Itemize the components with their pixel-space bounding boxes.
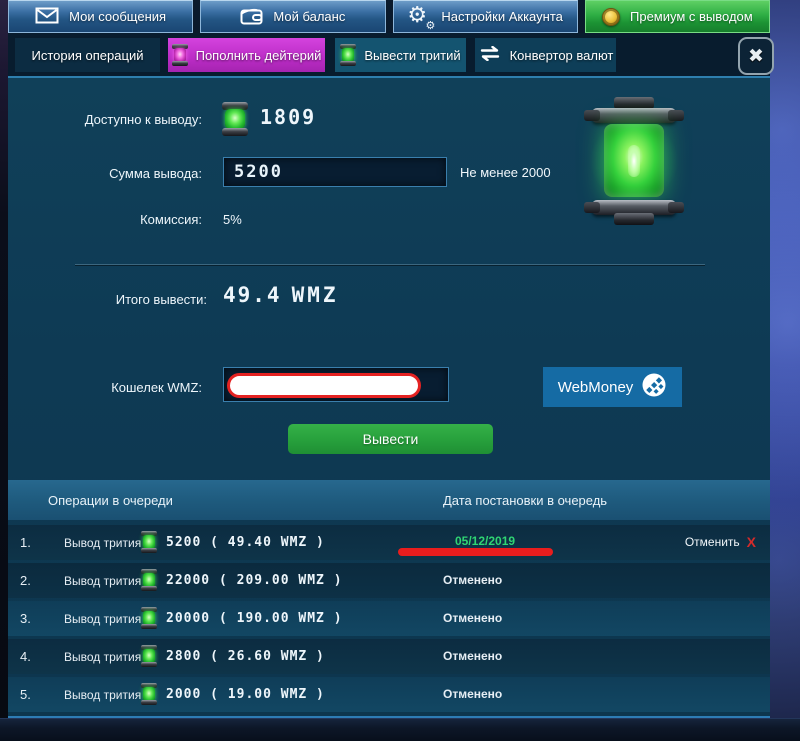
row-amount: 2000 ( 19.00 WMZ ): [166, 687, 325, 702]
row-type: Вывод трития: [64, 536, 141, 550]
commission-label: Комиссия:: [8, 212, 202, 227]
row-date: 05/12/2019: [455, 534, 515, 548]
tab-label: Вывести тритий: [364, 48, 460, 63]
row-status: Отменено: [443, 687, 502, 701]
row-status: Отменено: [443, 573, 502, 587]
envelope-icon: [35, 7, 59, 27]
column-date: Дата постановки в очередь: [443, 493, 607, 508]
row-type: Вывод трития: [64, 650, 141, 664]
withdraw-panel: Доступно к выводу: 1809 Сумма вывода: Не…: [8, 78, 770, 718]
tab-my-messages[interactable]: Мои сообщения: [8, 0, 193, 33]
swap-arrows-icon: [478, 46, 502, 64]
row-number: 3.: [20, 611, 31, 626]
tab-label: Конвертор валют: [510, 48, 614, 63]
tab-my-balance[interactable]: Мой баланс: [200, 0, 385, 33]
available-label: Доступно к выводу:: [8, 112, 202, 127]
total-label: Итого вывести:: [8, 292, 207, 307]
tab-label: История операций: [32, 48, 144, 63]
total-value: 49.4 WMZ: [223, 283, 339, 307]
top-tab-bar: Мои сообщения Мой баланс ⚙⚙ Настройки Ак…: [8, 0, 770, 33]
tab-topup-deuterium[interactable]: Пополнить дейтерий: [168, 38, 325, 72]
tritium-icon: [222, 102, 248, 136]
wallet-icon: [240, 6, 263, 28]
available-value: 1809: [260, 105, 316, 129]
section-divider: [75, 264, 705, 265]
capsule-green-icon: [340, 44, 356, 66]
close-icon: ✖: [748, 45, 764, 68]
capsule-green-icon: [141, 531, 157, 553]
capsule-green-icon: [141, 569, 157, 591]
row-number: 4.: [20, 649, 31, 664]
capsule-green-icon: [141, 607, 157, 629]
amount-label: Сумма вывода:: [8, 166, 202, 181]
gear-icon: ⚙⚙: [407, 5, 431, 29]
row-status: Отменено: [443, 649, 502, 663]
row-type: Вывод трития: [64, 612, 141, 626]
withdraw-button[interactable]: Вывести: [288, 424, 493, 454]
cancel-x-icon: X: [747, 534, 756, 550]
tab-account-settings[interactable]: ⚙⚙ Настройки Аккаунта: [393, 0, 578, 33]
capsule-pink-icon: [172, 44, 188, 66]
webmoney-label: WebMoney: [558, 379, 634, 396]
total-amount: 49.4: [223, 283, 282, 307]
row-amount: 20000 ( 190.00 WMZ ): [166, 611, 343, 626]
row-amount: 2800 ( 26.60 WMZ ): [166, 649, 325, 664]
queue-header: Операции в очереди Дата постановки в оче…: [8, 480, 770, 520]
row-amount: 22000 ( 209.00 WMZ ): [166, 573, 343, 588]
queue-row: 2. Вывод трития 22000 ( 209.00 WMZ ) Отм…: [8, 563, 770, 598]
tab-label: Премиум с выводом: [630, 9, 753, 24]
queue-row: 4. Вывод трития 2800 ( 26.60 WMZ ) Отмен…: [8, 639, 770, 674]
cancel-label: Отменить: [685, 535, 740, 549]
row-number: 5.: [20, 687, 31, 702]
row-number: 1.: [20, 535, 31, 550]
cancel-button[interactable]: Отменить X: [685, 534, 756, 550]
webmoney-button[interactable]: WebMoney: [543, 367, 682, 407]
game-screen: Мои сообщения Мой баланс ⚙⚙ Настройки Ак…: [0, 0, 800, 741]
tab-operations-history[interactable]: История операций: [15, 38, 160, 72]
close-button[interactable]: ✖: [738, 37, 774, 75]
space-background-left: [0, 0, 8, 718]
space-background-right: [770, 0, 800, 718]
sub-tab-bar: История операций Пополнить дейтерий Выве…: [8, 33, 770, 78]
queue-row: 1. Вывод трития 5200 ( 49.40 WMZ ) 05/12…: [8, 525, 770, 560]
redaction-overlay: [227, 373, 421, 398]
queue-row: 5. Вывод трития 2000 ( 19.00 WMZ ) Отмен…: [8, 677, 770, 712]
row-type: Вывод трития: [64, 574, 141, 588]
wallet-label: Кошелек WMZ:: [8, 380, 202, 395]
row-amount: 5200 ( 49.40 WMZ ): [166, 535, 325, 550]
tab-label: Мои сообщения: [69, 9, 166, 24]
amount-input[interactable]: [223, 157, 447, 187]
amount-hint: Не менее 2000: [460, 165, 551, 180]
tab-currency-converter[interactable]: Конвертор валют: [475, 38, 616, 72]
tritium-capsule-image: [582, 97, 686, 225]
column-operations: Операции в очереди: [48, 493, 173, 508]
tab-withdraw-tritium[interactable]: Вывести тритий: [335, 38, 466, 72]
tab-premium-withdraw[interactable]: Премиум с выводом: [585, 0, 770, 33]
tab-label: Настройки Аккаунта: [441, 9, 563, 24]
commission-value: 5%: [223, 212, 242, 227]
row-number: 2.: [20, 573, 31, 588]
account-window: Мои сообщения Мой баланс ⚙⚙ Настройки Ак…: [8, 0, 770, 718]
tab-label: Мой баланс: [273, 9, 345, 24]
capsule-green-icon: [141, 683, 157, 705]
row-status: Отменено: [443, 611, 502, 625]
tab-label: Пополнить дейтерий: [196, 48, 322, 63]
medal-icon: [602, 8, 620, 26]
row-type: Вывод трития: [64, 688, 141, 702]
queue-row: 3. Вывод трития 20000 ( 190.00 WMZ ) Отм…: [8, 601, 770, 636]
total-currency: WMZ: [292, 283, 339, 307]
capsule-green-icon: [141, 645, 157, 667]
webmoney-logo-icon: [641, 372, 667, 402]
window-bottom-bar: [0, 718, 800, 741]
annotation-underline: [398, 548, 553, 556]
